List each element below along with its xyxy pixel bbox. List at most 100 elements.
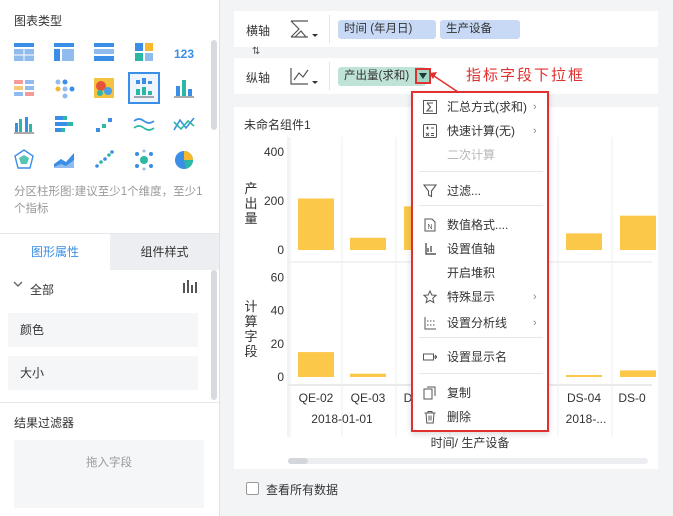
chart-type-scatter[interactable]	[90, 146, 118, 174]
y-axis-title-top: 量	[244, 211, 257, 226]
bar-top	[298, 198, 334, 250]
x-tick-label: QE-03	[351, 391, 386, 405]
menu-item-label: 设置值轴	[447, 242, 496, 256]
chart-type-table[interactable]	[10, 38, 38, 66]
menu-item-label: 过滤...	[447, 184, 482, 198]
chart-scrollbar-track	[288, 458, 648, 464]
horizontal-axis-icon[interactable]	[286, 17, 322, 41]
chart-type-column[interactable]	[170, 74, 198, 102]
svg-text:123: 123	[174, 47, 194, 61]
y-tick-bottom: 0	[277, 370, 284, 384]
freeform-table-icon	[94, 43, 114, 61]
view-all-label: 查看所有数据	[266, 483, 339, 497]
chart-type-hint: 分区柱形图:建议至少1个维度，至少1个指标	[14, 186, 203, 215]
menu-item-9[interactable]: 设置分析线 ›	[413, 313, 547, 333]
x-field-device-pill[interactable]: 生产设备	[440, 20, 520, 39]
menu-item-4[interactable]: 过滤...	[413, 181, 547, 201]
view-all-checkbox[interactable]	[246, 482, 259, 495]
menu-separator	[419, 171, 543, 172]
star-icon	[423, 290, 437, 304]
chart-type-pie[interactable]	[170, 146, 198, 174]
menu-item-7[interactable]: 开启堆积	[413, 263, 547, 283]
chart-type-dot-matrix[interactable]	[50, 74, 78, 102]
y-tick-top: 400	[264, 145, 284, 159]
chart-type-number-kpi[interactable]: 123	[170, 38, 198, 66]
menu-item-3: 二次计算	[413, 145, 547, 165]
drop-field-zone[interactable]: 拖入字段	[14, 440, 204, 508]
menu-item-6[interactable]: 设置值轴	[413, 239, 547, 259]
chevron-down-icon	[12, 278, 24, 293]
color-property[interactable]: 颜色	[8, 313, 198, 347]
menu-item-2[interactable]: 快速计算(无) ›	[413, 121, 547, 141]
bar-top	[620, 215, 656, 250]
menu-item-1[interactable]: 汇总方式(求和) ›	[413, 97, 547, 117]
swap-axes-icon[interactable]: ⇅	[252, 46, 260, 57]
axis-icon	[425, 243, 436, 255]
svg-text:N: N	[427, 224, 432, 231]
chart-type-partition-column[interactable]	[128, 72, 160, 104]
chart-type-cross-table[interactable]	[50, 38, 78, 66]
chart-type-bubble[interactable]	[130, 146, 158, 174]
chart-type-line-wave[interactable]	[130, 110, 158, 138]
x-field-date-pill[interactable]: 时间 (年月日)	[338, 20, 436, 39]
chart-scrollbar-thumb	[288, 458, 308, 464]
tab-properties[interactable]: 图形属性	[0, 234, 110, 270]
x-axis-title: 时间/ 生产设备	[431, 436, 510, 450]
chart-types-scrollbar[interactable]	[211, 40, 217, 130]
y-tick-top: 0	[277, 243, 284, 257]
bar-bottom	[350, 373, 386, 377]
chevron-right-icon: ›	[533, 125, 537, 137]
vertical-axis-label: 纵轴	[246, 71, 271, 85]
y-field-pill[interactable]: 产出量(求和)	[338, 67, 426, 86]
line-cross-icon	[173, 117, 195, 131]
chart-type-area[interactable]	[50, 146, 78, 174]
menu-item-11[interactable]: 复制	[413, 383, 547, 403]
table-icon	[14, 43, 34, 61]
copy-icon	[423, 386, 436, 400]
menu-item-label: 复制	[447, 386, 472, 400]
filter-icon	[423, 184, 437, 198]
number-kpi-icon: 123	[174, 47, 194, 61]
calculator-icon	[423, 124, 437, 138]
menu-item-label: 设置显示名	[447, 350, 508, 364]
menu-item-10[interactable]: 设置显示名	[413, 347, 547, 367]
left-panel: 图表类型 123 分区柱形图:建议至少1个维度，至少1个指标 图形属性 组件样式…	[0, 0, 220, 516]
vertical-axis-icon[interactable]	[286, 64, 322, 88]
x-tick-label: QE-02	[299, 391, 334, 405]
line-wave-icon	[133, 118, 155, 131]
chart-type-freeform-table[interactable]	[90, 38, 118, 66]
bar-icon	[55, 116, 73, 132]
chart-type-grouped-column[interactable]	[10, 110, 38, 138]
y-axis-title-bottom: 段	[244, 344, 257, 359]
y-tick-bottom: 40	[271, 304, 285, 318]
y-axis-title-top: 产	[244, 181, 257, 196]
menu-separator	[419, 337, 543, 338]
y-tick-bottom: 20	[271, 337, 285, 351]
chart-type-heatmap-grid[interactable]	[130, 38, 158, 66]
chart-type-heat-map[interactable]	[90, 74, 118, 102]
chart-type-scatter-step[interactable]	[90, 110, 118, 138]
dot-matrix-icon	[55, 79, 75, 99]
y-tick-bottom: 60	[271, 270, 285, 284]
sigma-icon	[423, 100, 437, 114]
size-property[interactable]: 大小	[8, 356, 198, 390]
scatter-step-icon	[96, 118, 112, 132]
chart-type-radar[interactable]	[10, 146, 38, 174]
caret-down-icon	[419, 73, 427, 79]
chart-type-bar[interactable]	[50, 110, 78, 138]
chart-type-color-table[interactable]	[10, 74, 38, 102]
menu-item-label: 快速计算(无)	[447, 124, 515, 138]
menu-item-5[interactable]: N 数值格式....	[413, 215, 547, 235]
tab-component-style[interactable]: 组件样式	[110, 234, 219, 270]
menu-item-8[interactable]: 特殊显示 ›	[413, 287, 547, 307]
all-section-header[interactable]: 全部	[0, 276, 210, 300]
x-tick-label: DS-0	[618, 391, 646, 405]
property-tabs: 图形属性 组件样式	[0, 233, 219, 270]
chart-type-line-cross[interactable]	[170, 110, 198, 138]
x-tick-label: DS-04	[567, 391, 601, 405]
menu-item-label: 数值格式....	[447, 218, 509, 232]
menu-item-12[interactable]: 删除	[413, 407, 547, 427]
bar-bottom	[620, 370, 656, 377]
properties-scrollbar[interactable]	[211, 270, 217, 400]
partition-column-icon	[134, 78, 154, 98]
